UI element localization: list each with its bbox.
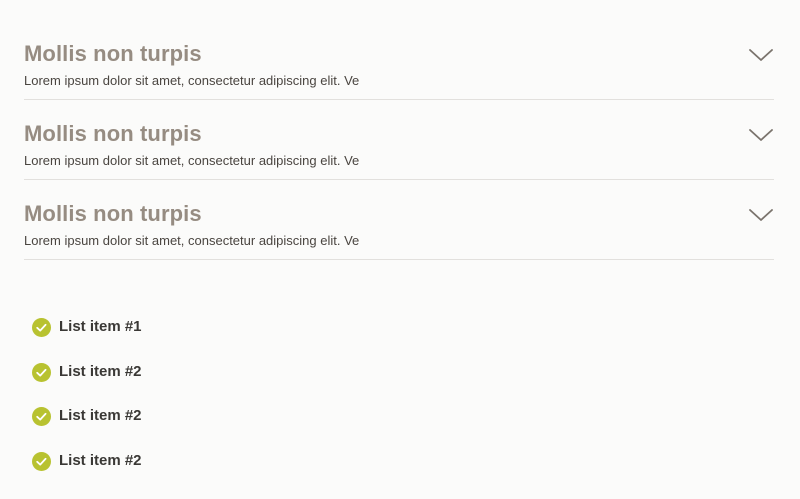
accordion-description: Lorem ipsum dolor sit amet, consectetur … <box>24 153 360 168</box>
list-item: List item #2 <box>32 449 142 494</box>
list-item: List item #1 <box>32 315 142 360</box>
page: Mollis non turpis Lorem ipsum dolor sit … <box>0 0 800 499</box>
list-item: List item #2 <box>32 360 142 405</box>
checklist: List item #1 List item #2 List item #2 L… <box>32 315 142 493</box>
check-circle-icon <box>32 407 51 426</box>
check-circle-icon <box>32 362 51 382</box>
list-item-label: List item #2 <box>59 451 142 469</box>
accordion-title: Mollis non turpis <box>24 41 202 66</box>
chevron-down-icon[interactable] <box>748 207 774 223</box>
list-item-label: List item #2 <box>59 407 142 424</box>
accordion-title: Mollis non turpis <box>24 201 202 226</box>
accordion: Mollis non turpis Lorem ipsum dolor sit … <box>24 20 774 260</box>
check-circle-icon <box>32 451 51 471</box>
chevron-down-icon[interactable] <box>748 47 774 63</box>
chevron-down-icon[interactable] <box>748 127 774 143</box>
accordion-item[interactable]: Mollis non turpis Lorem ipsum dolor sit … <box>24 20 774 100</box>
accordion-item[interactable]: Mollis non turpis Lorem ipsum dolor sit … <box>24 100 774 180</box>
list-item-label: List item #1 <box>59 318 142 335</box>
accordion-title: Mollis non turpis <box>24 121 202 146</box>
check-circle-icon <box>32 318 51 337</box>
list-item-label: List item #2 <box>59 362 142 380</box>
accordion-item[interactable]: Mollis non turpis Lorem ipsum dolor sit … <box>24 180 774 260</box>
accordion-description: Lorem ipsum dolor sit amet, consectetur … <box>24 233 360 248</box>
accordion-description: Lorem ipsum dolor sit amet, consectetur … <box>24 73 360 88</box>
list-item: List item #2 <box>32 404 142 449</box>
